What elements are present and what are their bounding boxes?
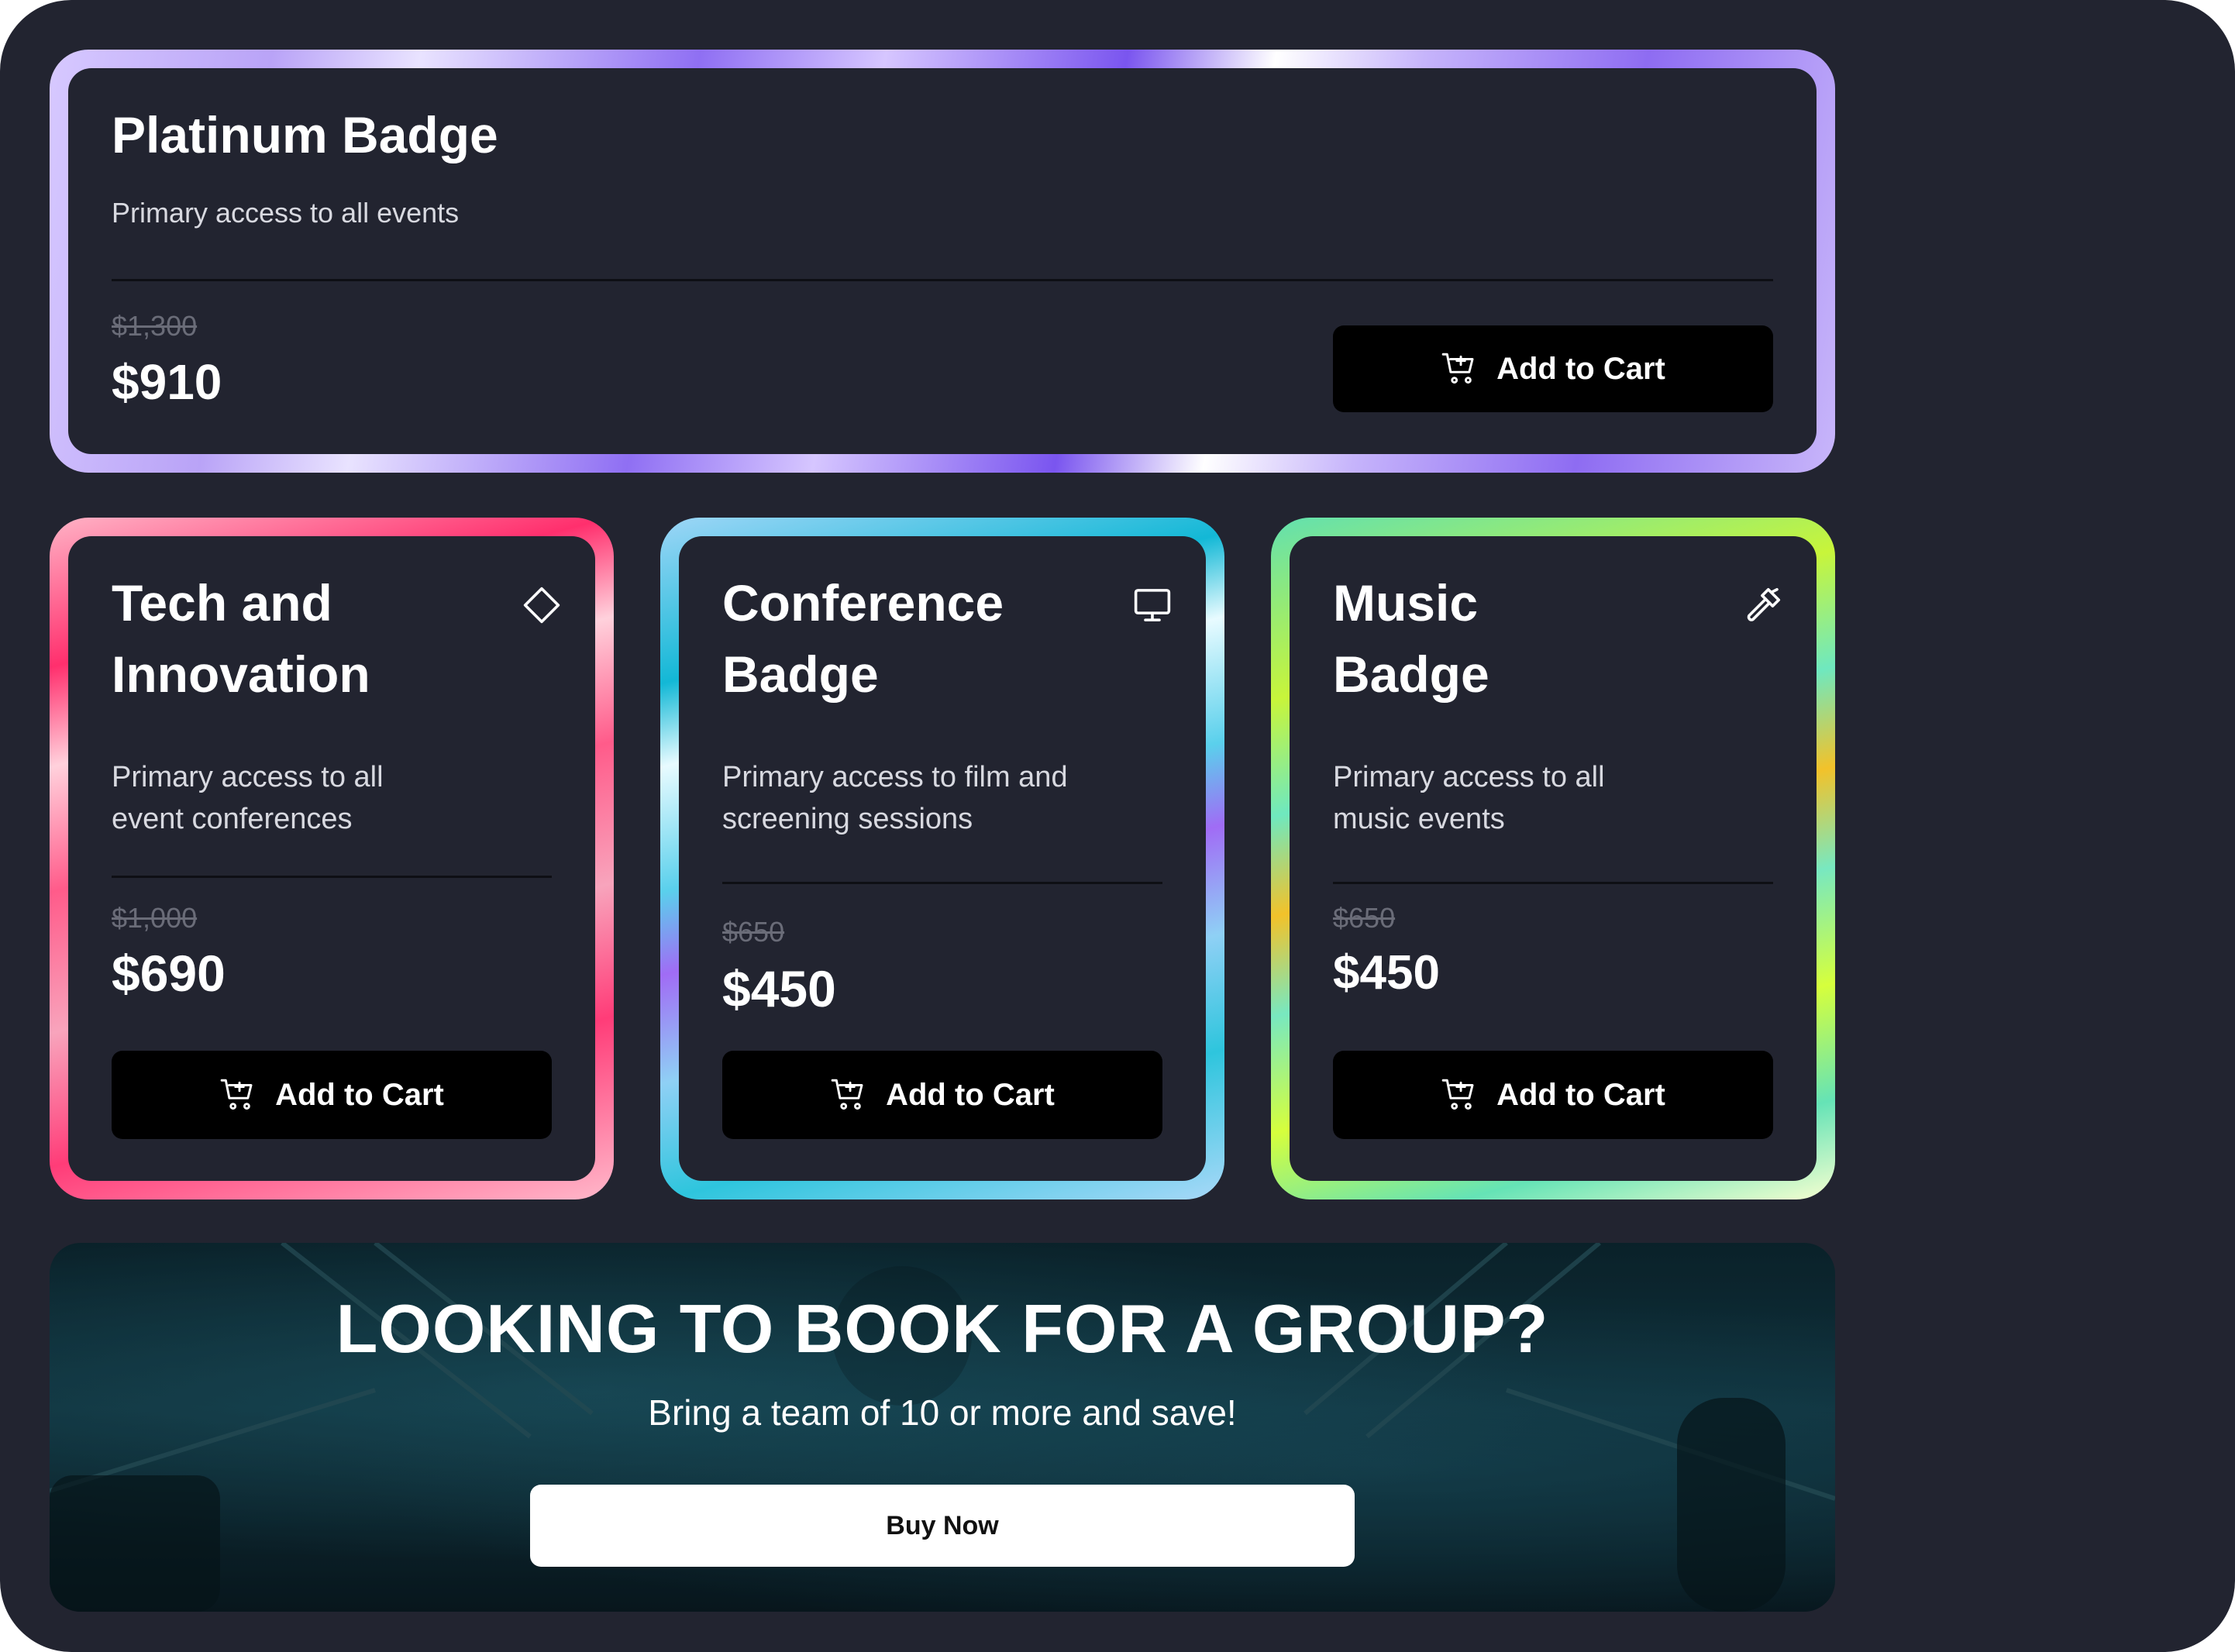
conference-desc-line2: screening sessions xyxy=(722,803,973,835)
group-title: LOOKING TO BOOK FOR A GROUP? xyxy=(336,1290,1549,1367)
music-add-to-cart-button[interactable]: Add to Cart xyxy=(1333,1051,1773,1139)
tech-desc-line2: event conferences xyxy=(112,803,353,835)
tech-title-line2: Innovation xyxy=(112,645,370,703)
tech-card-body: Tech and Innovation Primary access to al… xyxy=(68,536,595,1181)
platinum-old-price: $1,300 xyxy=(112,310,198,342)
page: Platinum Badge Primary access to all eve… xyxy=(0,0,2235,1652)
tech-title-line1: Tech and xyxy=(112,574,332,632)
conference-title-line1: Conference xyxy=(722,574,1004,632)
conference-old-price: $650 xyxy=(722,916,785,948)
conference-title-line2: Badge xyxy=(722,645,879,703)
conference-add-to-cart-button[interactable]: Add to Cart xyxy=(722,1051,1162,1139)
add-to-cart-label: Add to Cart xyxy=(886,1077,1055,1112)
conference-desc-line1: Primary access to film and xyxy=(722,761,1068,793)
conference-badge-card: Conference Badge Primary access to film … xyxy=(660,518,1224,1199)
tech-price: $690 xyxy=(112,945,226,1002)
conference-card-body: Conference Badge Primary access to film … xyxy=(679,536,1206,1181)
add-to-cart-label: Add to Cart xyxy=(275,1077,444,1112)
music-desc-line1: Primary access to all xyxy=(1333,761,1605,793)
music-title-line2: Badge xyxy=(1333,645,1489,703)
platinum-badge-card: Platinum Badge Primary access to all eve… xyxy=(50,50,1835,473)
cart-icon xyxy=(1441,1079,1474,1110)
music-title-line1: Music xyxy=(1333,574,1479,632)
music-desc-line2: music events xyxy=(1333,803,1505,835)
tech-divider xyxy=(112,876,552,878)
hammer-icon xyxy=(1747,587,1781,621)
cart-icon xyxy=(1441,353,1474,384)
platinum-price: $910 xyxy=(112,354,222,410)
conference-divider xyxy=(722,882,1162,884)
music-card-body: Music Badge Primary access to all music … xyxy=(1290,536,1817,1181)
platinum-title: Platinum Badge xyxy=(112,106,498,163)
music-price: $450 xyxy=(1333,946,1440,1000)
monitor-icon xyxy=(1134,589,1171,621)
tech-add-to-cart-button[interactable]: Add to Cart xyxy=(112,1051,552,1139)
tech-desc-line1: Primary access to all xyxy=(112,761,384,793)
cart-icon xyxy=(220,1079,253,1110)
platinum-add-to-cart-button[interactable]: Add to Cart xyxy=(1333,325,1773,412)
group-subtitle: Bring a team of 10 or more and save! xyxy=(648,1392,1237,1433)
diamond-icon xyxy=(523,587,560,624)
music-divider xyxy=(1333,882,1773,884)
tech-old-price: $1,000 xyxy=(112,902,198,934)
cart-icon xyxy=(831,1079,863,1110)
platinum-divider xyxy=(112,279,1773,281)
platinum-card-body: Platinum Badge Primary access to all eve… xyxy=(68,68,1817,454)
add-to-cart-label: Add to Cart xyxy=(1496,1077,1665,1112)
music-old-price: $650 xyxy=(1333,902,1396,934)
conference-price: $450 xyxy=(722,960,836,1017)
buy-now-button[interactable]: Buy Now xyxy=(530,1485,1355,1567)
tech-innovation-card: Tech and Innovation Primary access to al… xyxy=(50,518,614,1199)
platinum-description: Primary access to all events xyxy=(112,197,460,229)
group-booking-banner: LOOKING TO BOOK FOR A GROUP? Bring a tea… xyxy=(50,1243,1835,1612)
music-badge-card: Music Badge Primary access to all music … xyxy=(1271,518,1835,1199)
add-to-cart-label: Add to Cart xyxy=(1496,351,1665,386)
